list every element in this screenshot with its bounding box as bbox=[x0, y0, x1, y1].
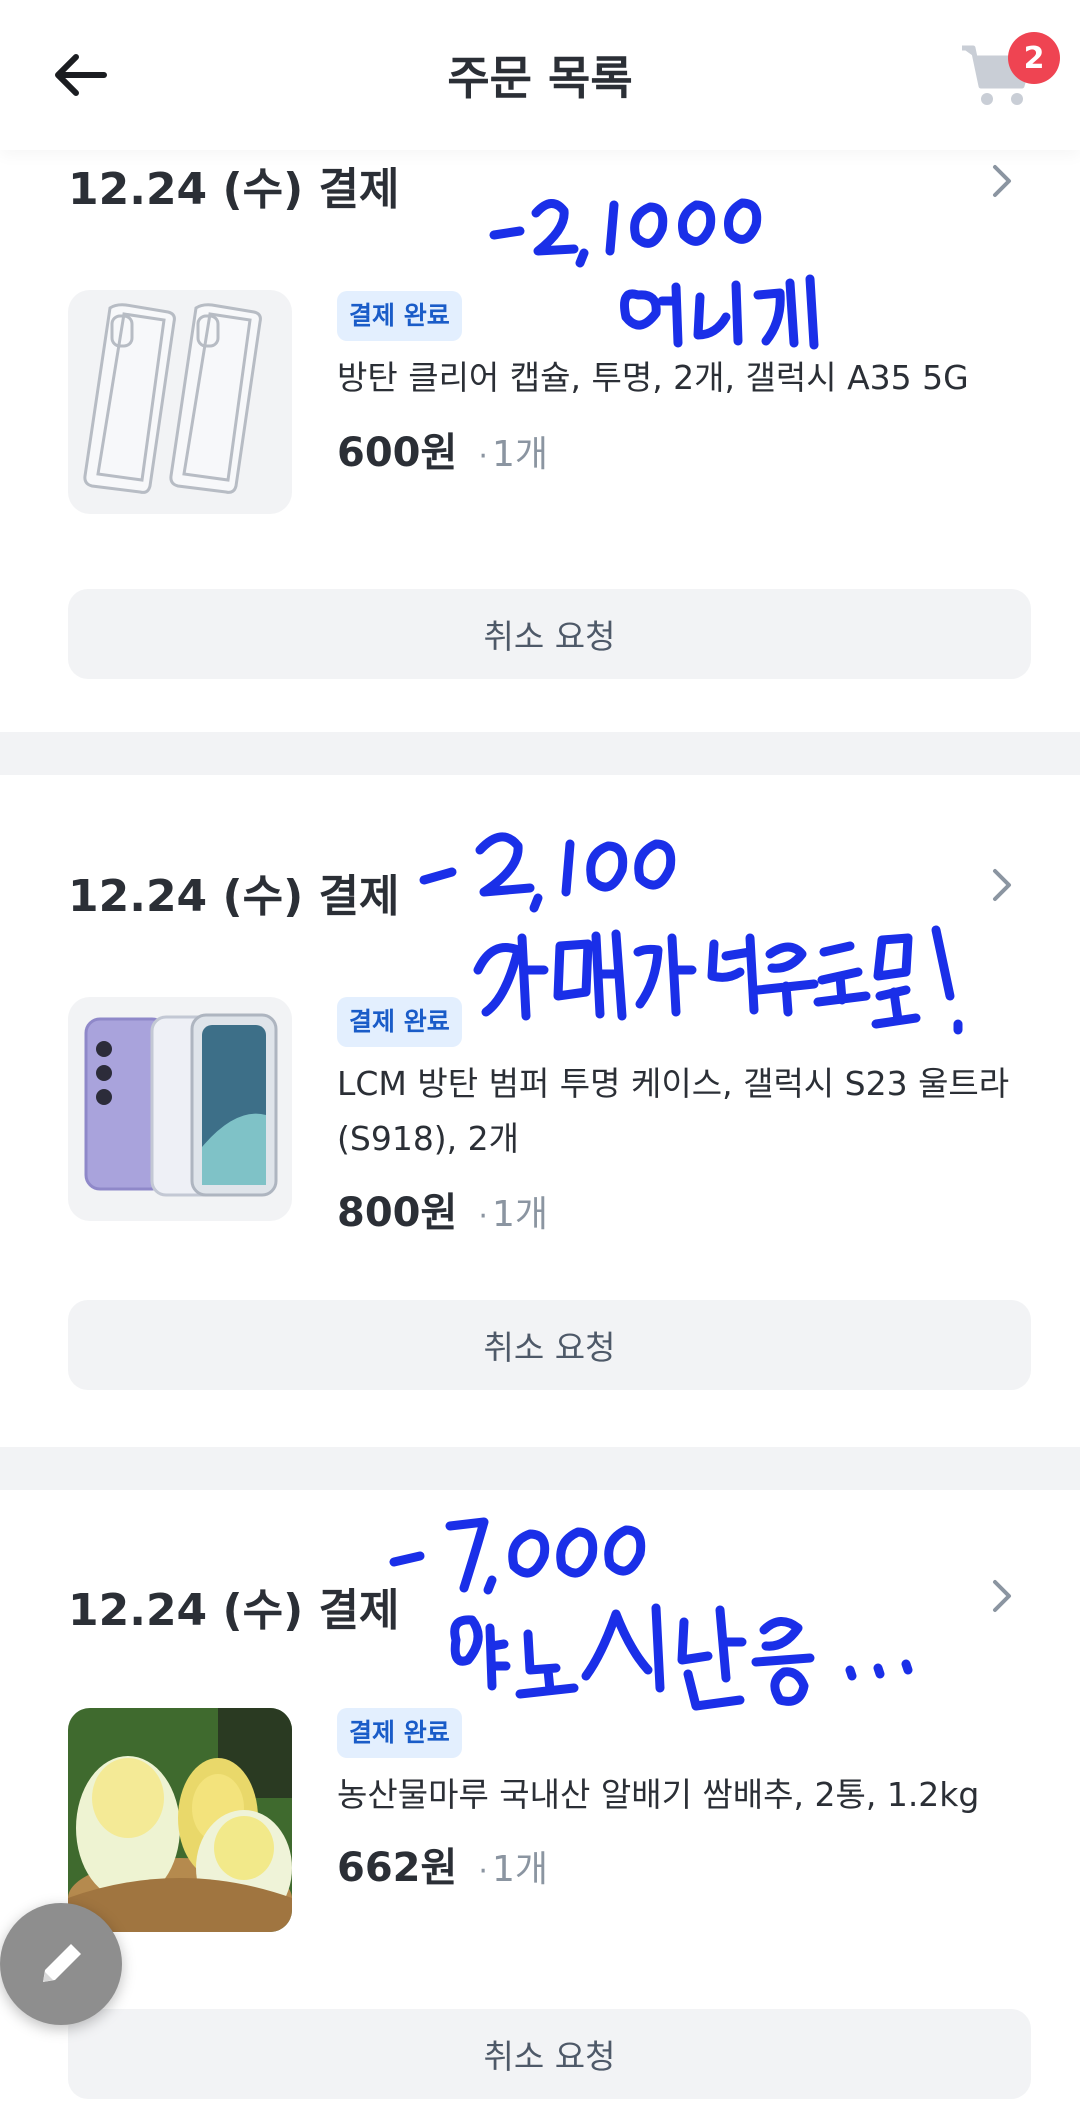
order-card: 12.24 (수) 결제 결제 완료 방탄 클리어 캡슐, 투명, 2개, 갤럭… bbox=[0, 150, 1080, 732]
product-thumbnail[interactable] bbox=[68, 290, 292, 514]
section-divider bbox=[0, 732, 1080, 775]
product-quantity: · 1개 bbox=[478, 1849, 548, 1890]
section-divider bbox=[0, 1447, 1080, 1490]
status-badge: 결제 완료 bbox=[337, 1708, 462, 1758]
app-header: 주문 목록 2 bbox=[0, 0, 1080, 150]
product-name[interactable]: LCM 방탄 범퍼 투명 케이스, 갤럭시 S23 울트라 (S918), 2개 bbox=[337, 1056, 1037, 1166]
product-quantity: · 1개 bbox=[478, 434, 548, 475]
order-date: 12.24 (수) 결제 bbox=[68, 871, 400, 922]
clear-phone-cases-image bbox=[83, 303, 262, 494]
product-name[interactable]: 농산물마루 국내산 알배기 쌈배추, 2통, 1.2kg bbox=[337, 1767, 1037, 1822]
order-card: 12.24 (수) 결제 결제 완료 농산물마루 국내산 알배기 쌈배추, 2통… bbox=[0, 1490, 1080, 2106]
product-price: 600원 bbox=[337, 430, 458, 476]
product-price: 800원 bbox=[337, 1190, 458, 1236]
status-badge: 결제 완료 bbox=[337, 997, 462, 1047]
price-row: 800원 · 1개 bbox=[337, 1180, 548, 1240]
order-card: 12.24 (수) 결제 결제 완료 LCM 방탄 범퍼 투명 케이스, 갤럭시… bbox=[0, 775, 1080, 1447]
product-quantity: · 1개 bbox=[478, 1194, 548, 1235]
napa-cabbage-image bbox=[68, 1708, 292, 1932]
edit-button[interactable] bbox=[0, 1903, 122, 2025]
product-thumbnail[interactable] bbox=[68, 997, 292, 1221]
cancel-request-button[interactable]: 취소 요청 bbox=[68, 589, 1031, 679]
quantity-value: 1개 bbox=[491, 1194, 548, 1235]
page-title: 주문 목록 bbox=[447, 51, 633, 105]
quantity-value: 1개 bbox=[491, 1849, 548, 1890]
back-button[interactable] bbox=[46, 44, 116, 114]
order-date: 12.24 (수) 결제 bbox=[68, 164, 400, 215]
product-name[interactable]: 방탄 클리어 캡슐, 투명, 2개, 갤럭시 A35 5G bbox=[337, 350, 1037, 405]
cart-count-badge: 2 bbox=[1008, 32, 1060, 84]
quantity-value: 1개 bbox=[491, 434, 548, 475]
price-row: 600원 · 1개 bbox=[337, 420, 548, 480]
product-price: 662원 bbox=[337, 1845, 458, 1891]
price-row: 662원 · 1개 bbox=[337, 1835, 548, 1895]
pencil-icon bbox=[43, 1944, 81, 1982]
order-date: 12.24 (수) 결제 bbox=[68, 1585, 400, 1636]
chevron-right-icon[interactable] bbox=[986, 161, 1018, 201]
arrow-left-icon bbox=[55, 54, 107, 96]
chevron-right-icon[interactable] bbox=[986, 1576, 1018, 1616]
status-badge: 결제 완료 bbox=[337, 291, 462, 341]
cancel-request-button[interactable]: 취소 요청 bbox=[68, 1300, 1031, 1390]
cancel-request-button[interactable]: 취소 요청 bbox=[68, 2009, 1031, 2099]
chevron-right-icon[interactable] bbox=[986, 865, 1018, 905]
phone-bumper-case-image bbox=[84, 1013, 278, 1197]
product-thumbnail[interactable] bbox=[68, 1708, 292, 1932]
